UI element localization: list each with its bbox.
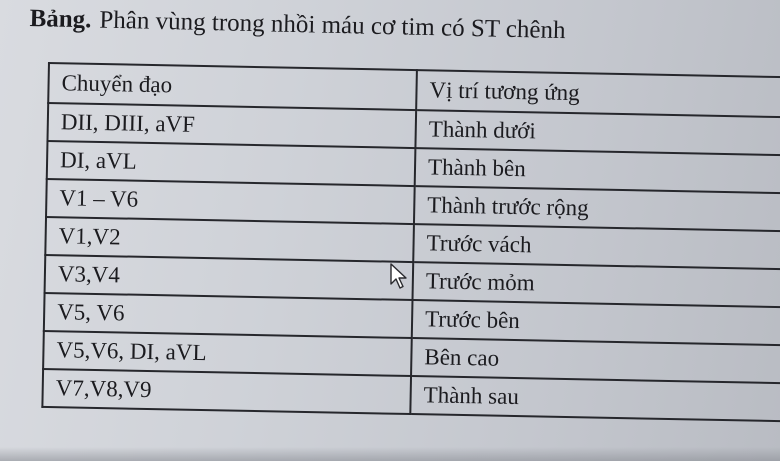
- caption-lead: Bảng.: [29, 4, 92, 34]
- mouse-pointer-icon: [390, 263, 407, 289]
- header-lead: Chuyển đạo: [48, 63, 417, 111]
- table-container: Chuyển đạo Vị trí tương ứng DII, DIII, a…: [41, 62, 780, 422]
- cell-lead: V7,V8,V9: [42, 368, 412, 415]
- table-caption: Bảng. Phân vùng trong nhồi máu cơ tim có …: [29, 2, 566, 48]
- caption-text: Phân vùng trong nhồi máu cơ tim có ST ch…: [99, 6, 566, 45]
- bottom-edge-shadow: [0, 447, 780, 461]
- ecg-territory-table: Chuyển đạo Vị trí tương ứng DII, DIII, a…: [41, 62, 780, 422]
- cell-location: Thành sau: [410, 376, 780, 422]
